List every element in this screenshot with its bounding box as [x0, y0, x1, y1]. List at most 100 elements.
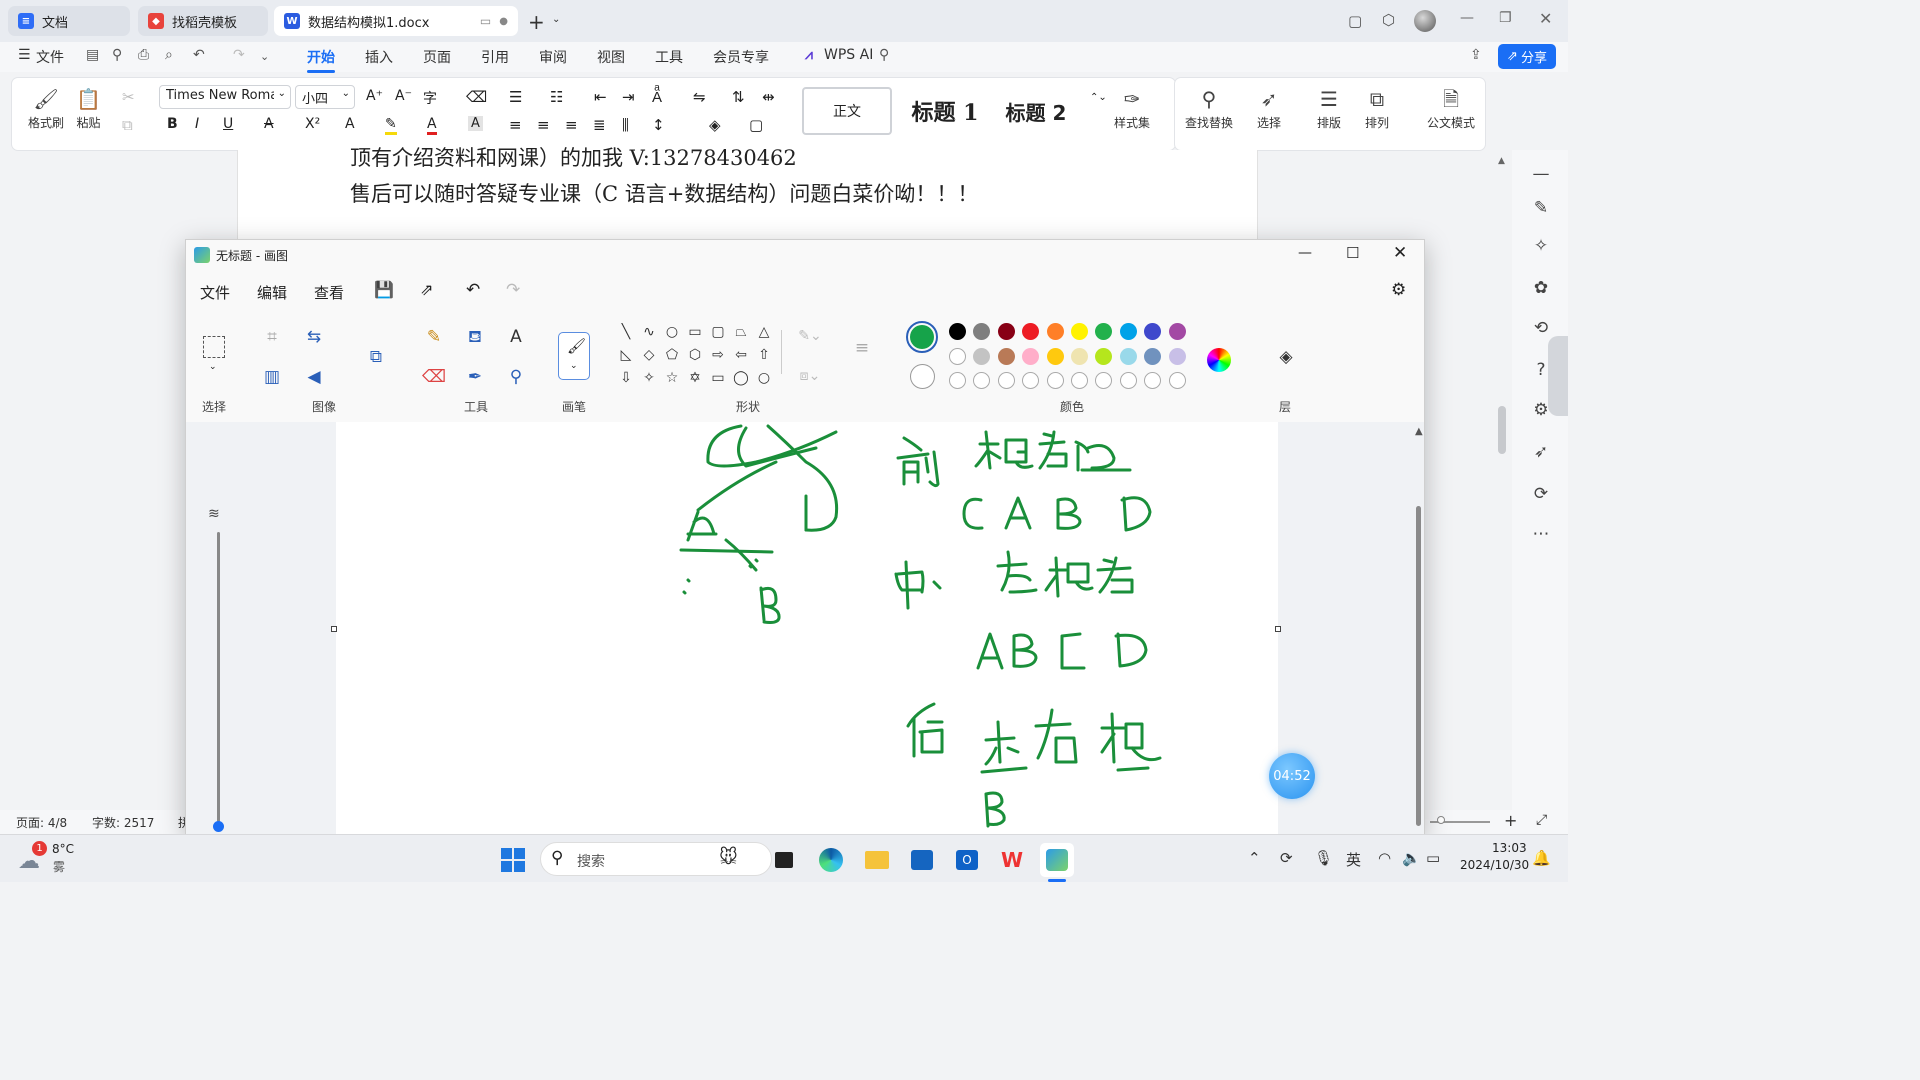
share-icon[interactable]: ⇗ — [420, 280, 433, 299]
magnifier-icon[interactable]: ⚲ — [504, 365, 528, 389]
align-right-icon[interactable]: ≡ — [565, 116, 578, 134]
cut-icon[interactable]: ✂ — [122, 88, 135, 106]
magic-icon[interactable]: ✧ — [1530, 236, 1552, 258]
crop-icon[interactable]: ⌗ — [260, 325, 284, 349]
color-swatch[interactable] — [1119, 323, 1137, 340]
document-page[interactable]: 顶有介绍资料和网课）的加我 V:13278430462 售后可以随时答疑专业课（… — [237, 146, 1258, 240]
pencil-icon[interactable]: ✎ — [422, 325, 446, 349]
hamburger-icon[interactable]: ☰ — [18, 47, 31, 63]
ime-indicator[interactable]: 英 — [1346, 849, 1361, 870]
shading-icon[interactable]: ◈ — [709, 116, 721, 134]
minimize-icon[interactable]: — — [1298, 245, 1312, 261]
fill-icon[interactable]: ⧈⌄ — [798, 364, 822, 388]
tab-references[interactable]: 引用 — [481, 47, 509, 67]
five-point-star-shape-icon[interactable]: ☆ — [662, 368, 682, 388]
hexagon-shape-icon[interactable]: ⬡ — [685, 345, 705, 365]
distribute-icon[interactable]: ⫼ — [622, 116, 629, 134]
color-swatch[interactable] — [949, 347, 966, 365]
flip-icon[interactable]: ◀ — [302, 365, 326, 389]
six-point-star-shape-icon[interactable]: ✡ — [685, 368, 705, 388]
rotate-icon[interactable]: ▥ — [260, 365, 284, 389]
justify-icon[interactable]: ≣ — [593, 116, 606, 134]
resize-icon[interactable]: ⇆ — [302, 325, 326, 349]
color-swatch[interactable] — [997, 372, 1015, 389]
curve-shape-icon[interactable]: ∿ — [639, 322, 659, 342]
start-button[interactable] — [496, 843, 530, 877]
underline-icon[interactable]: U — [223, 116, 233, 132]
callout-cloud-shape-icon[interactable]: ○ — [754, 368, 774, 388]
scroll-up-icon[interactable]: ▲ — [1498, 156, 1505, 166]
task-view-button[interactable] — [767, 843, 801, 877]
maximize-icon[interactable]: ☐ — [1346, 244, 1359, 262]
text-tool-icon[interactable]: A — [504, 325, 528, 349]
down-arrow-shape-icon[interactable]: ⇩ — [616, 368, 636, 388]
color-swatch[interactable] — [1144, 347, 1162, 365]
color-swatch[interactable] — [973, 323, 991, 340]
select-button[interactable]: ➶ 选择 — [1257, 84, 1281, 131]
oval-shape-icon[interactable]: ○ — [662, 322, 682, 342]
tab-stops-icon[interactable]: ⇹ — [762, 88, 775, 106]
color-swatch[interactable] — [1071, 323, 1088, 340]
copy-icon[interactable]: ⧉ — [122, 116, 133, 134]
wps-button[interactable]: W — [995, 843, 1029, 877]
color-swatch[interactable] — [1022, 323, 1040, 340]
rectangle-select-icon[interactable] — [203, 336, 225, 358]
fullscreen-icon[interactable]: ⤢ — [1536, 812, 1547, 828]
color-swatch[interactable] — [1095, 372, 1113, 389]
collapse-icon[interactable]: — — [1530, 164, 1552, 186]
tab-review[interactable]: 审阅 — [539, 47, 567, 67]
microphone-icon[interactable]: 🎙 — [1314, 849, 1333, 867]
weather-temperature[interactable]: 8°C — [52, 842, 74, 856]
align-center-icon[interactable]: ≡ — [537, 116, 550, 134]
color-swatch[interactable] — [1046, 347, 1064, 365]
close-icon[interactable]: ✕ — [1393, 243, 1407, 263]
edit-colors-icon[interactable] — [1207, 348, 1231, 372]
pen-icon[interactable]: ✎ — [1530, 198, 1552, 220]
tab-home[interactable]: 开始 — [307, 47, 335, 73]
color-swatch[interactable] — [1168, 323, 1186, 340]
canvas-resize-handle[interactable] — [331, 626, 337, 632]
brush-size-knob[interactable] — [213, 821, 224, 832]
left-arrow-shape-icon[interactable]: ⇦ — [731, 345, 751, 365]
store-button[interactable] — [905, 843, 939, 877]
format-painter-button[interactable]: 🖌 格式刷 — [28, 84, 64, 131]
line-shape-icon[interactable]: ╲ — [616, 322, 636, 342]
search-doc-icon[interactable]: ⚲ — [112, 47, 122, 63]
tab-page[interactable]: 页面 — [423, 47, 451, 67]
text-direction-icon[interactable]: Aͣ — [652, 88, 662, 106]
redo-icon[interactable]: ↷ — [506, 280, 520, 300]
paste-button[interactable]: 📋 粘贴 — [76, 84, 101, 131]
callout-oval-shape-icon[interactable]: ◯ — [731, 368, 751, 388]
secondary-color[interactable] — [910, 364, 935, 389]
style-set-button[interactable]: ✑ 样式集 — [1114, 84, 1150, 131]
print-icon[interactable]: ⎙ — [138, 47, 149, 63]
bold-icon[interactable]: B — [167, 116, 178, 132]
weather-description[interactable]: 雾 — [53, 858, 65, 875]
monitor-icon[interactable]: ▭ — [480, 14, 491, 28]
paint-taskbar-button[interactable] — [1040, 843, 1074, 877]
ai-icon[interactable]: ✿ — [1530, 278, 1552, 300]
paint-menu-file[interactable]: 文件 — [200, 282, 230, 303]
up-arrow-shape-icon[interactable]: ⇧ — [754, 345, 774, 365]
color-swatch[interactable] — [1095, 347, 1113, 365]
brush-selector[interactable]: 🖌 ⌄ — [558, 332, 590, 380]
fill-bucket-icon[interactable]: ⛾ — [463, 325, 487, 349]
diamond-shape-icon[interactable]: ◇ — [639, 345, 659, 365]
primary-color[interactable] — [906, 321, 938, 353]
file-explorer-button[interactable] — [860, 843, 894, 877]
text-effect-icon[interactable]: A — [345, 116, 355, 132]
wifi-icon[interactable]: ◠ — [1378, 849, 1391, 867]
find-replace-button[interactable]: ⚲ 查找替换 — [1185, 84, 1233, 131]
battery-icon[interactable]: ▭ — [1426, 849, 1440, 867]
line-sort-icon[interactable]: ⇋ — [693, 88, 706, 106]
style-heading-2[interactable]: 标题 2 — [998, 87, 1074, 135]
decrease-indent-icon[interactable]: ⇤ — [594, 88, 607, 106]
more-chevron-icon[interactable]: ⌄ — [260, 50, 269, 63]
style-heading-1[interactable]: 标题 1 — [900, 87, 990, 135]
canvas-resize-handle[interactable] — [1275, 626, 1281, 632]
grow-font-icon[interactable]: A⁺ — [366, 88, 383, 104]
color-swatch[interactable] — [949, 323, 966, 340]
tab-templates[interactable]: ◆ 找稻壳模板 — [138, 6, 268, 36]
more-icon[interactable]: ⋯ — [1530, 524, 1552, 546]
highlight-icon[interactable]: ✎ — [385, 116, 397, 135]
